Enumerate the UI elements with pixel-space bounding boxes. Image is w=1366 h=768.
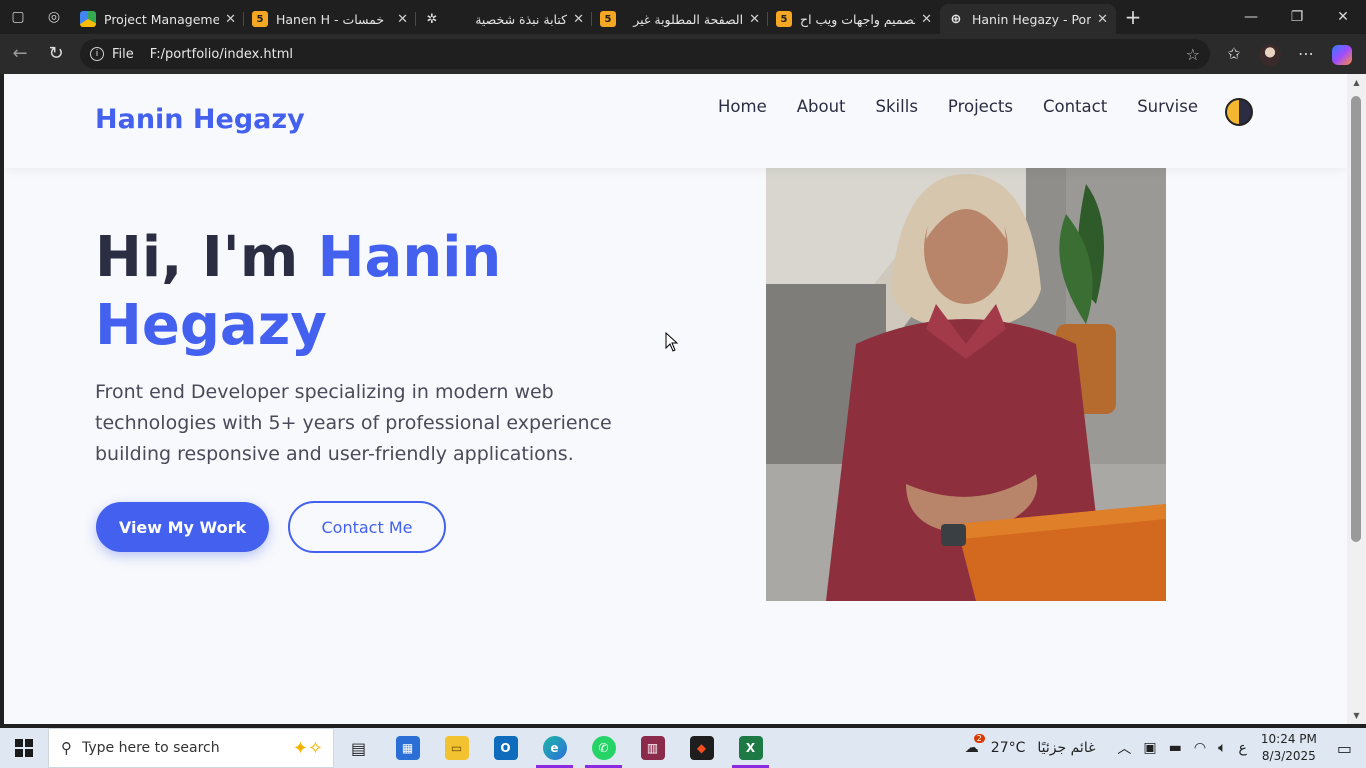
refresh-icon[interactable]: ↻ <box>44 42 68 66</box>
page-viewport: Hanin Hegazy Home About Skills Projects … <box>4 74 1347 724</box>
edge-browser-icon[interactable]: e <box>530 728 579 768</box>
search-placeholder: Type here to search <box>82 740 220 756</box>
browser-tab-bar: ▢ ◎ Project Management ✕ 5 Hanen H - خمس… <box>0 0 1366 34</box>
globe-icon: ⊕ <box>950 11 962 27</box>
back-arrow-icon[interactable]: ← <box>8 42 32 66</box>
window-controls: — ❐ ✕ <box>1228 0 1366 34</box>
browser-tab[interactable]: 5 Hanen H - خمسات ✕ <box>244 4 416 34</box>
weather-temp[interactable]: 27°C <box>991 740 1026 756</box>
more-menu-icon[interactable]: ⋯ <box>1294 42 1318 66</box>
clock-date: 8/3/2025 <box>1261 749 1316 763</box>
khamsat-icon: 5 <box>776 11 792 27</box>
workspaces-globe-icon[interactable]: ◎ <box>36 0 72 34</box>
minimize-icon[interactable]: — <box>1228 0 1274 34</box>
copilot-sparkle-icon[interactable]: ✦✧ <box>293 738 323 759</box>
contact-me-button[interactable]: Contact Me <box>288 501 446 553</box>
tab-title: Project Management <box>104 11 220 27</box>
google-drive-icon <box>80 11 96 27</box>
restore-icon[interactable]: ❐ <box>1274 0 1320 34</box>
figma-icon[interactable]: ◆ <box>677 728 726 768</box>
clock-time: 10:24 PM <box>1260 732 1317 746</box>
tab-title: كتابة نبذة شخصية <box>475 11 568 27</box>
tab-title: تصميم واجهات ويب اح <box>800 11 916 27</box>
browser-tab[interactable]: Project Management ✕ <box>72 4 244 34</box>
browser-tab[interactable]: 5 الصفحة المطلوبة غير ✕ <box>592 4 768 34</box>
view-my-work-button[interactable]: View My Work <box>96 502 269 552</box>
close-tab-icon[interactable]: ✕ <box>749 12 760 27</box>
hero-description: Front end Developer specializing in mode… <box>95 381 612 465</box>
hero-name-first: Hanin <box>317 225 502 290</box>
windows-taskbar: ⚲ Type here to search ✦✧ ▤ ▦ ▭ O e ✆ ▥ ◆… <box>0 728 1366 768</box>
nav-link-about[interactable]: About <box>797 97 846 116</box>
tab-title: الصفحة المطلوبة غير <box>633 11 744 27</box>
hero-name-last: Hegazy <box>95 293 327 358</box>
system-tray: ☁ 2 27°C غائم جزئيًا ︿ ▣ ▬ ◠ 🔈︎ ع 10:24 P… <box>959 728 1366 768</box>
notifications-icon[interactable]: ▭ <box>1337 739 1352 758</box>
close-tab-icon[interactable]: ✕ <box>573 12 584 27</box>
close-tab-icon[interactable]: ✕ <box>397 12 408 27</box>
khamsat-icon: 5 <box>252 11 268 27</box>
battery-icon[interactable]: ▬ <box>1169 740 1182 756</box>
volume-icon[interactable]: 🔈︎ <box>1218 740 1226 756</box>
scroll-down-icon[interactable]: ▼ <box>1347 711 1366 720</box>
chatgpt-icon: ✲ <box>426 11 438 27</box>
browser-tab[interactable]: ✲ كتابة نبذة شخصية ✕ <box>416 4 592 34</box>
tab-title: Hanen H - خمسات <box>276 11 385 27</box>
nav-link-contact[interactable]: Contact <box>1043 97 1107 116</box>
new-tab-plus-icon[interactable]: + <box>1116 5 1150 29</box>
site-header: Hanin Hegazy Home About Skills Projects … <box>4 74 1347 168</box>
site-nav: Home About Skills Projects Contact Survi… <box>718 97 1228 116</box>
close-window-icon[interactable]: ✕ <box>1320 0 1366 34</box>
windows-start-icon[interactable] <box>0 728 48 768</box>
weather-desc[interactable]: غائم جزئيًا <box>1037 740 1095 756</box>
whatsapp-icon[interactable]: ✆ <box>579 728 628 768</box>
favorite-star-icon[interactable]: ☆ <box>1186 45 1200 64</box>
close-tab-icon[interactable]: ✕ <box>921 12 932 27</box>
file-explorer-icon[interactable]: ▭ <box>432 728 481 768</box>
show-hidden-icons-chevron-icon[interactable]: ︿ <box>1117 738 1131 758</box>
theme-toggle-icon[interactable] <box>1225 98 1253 126</box>
nav-link-skills[interactable]: Skills <box>876 97 918 116</box>
url-text[interactable]: F:/portfolio/index.html <box>150 47 293 62</box>
excel-icon[interactable]: X <box>726 728 775 768</box>
nav-link-projects[interactable]: Projects <box>948 97 1013 116</box>
favorites-icon[interactable]: ✩ <box>1222 42 1246 66</box>
taskbar-search-input[interactable]: ⚲ Type here to search ✦✧ <box>48 728 334 768</box>
address-toolbar: ← ↻ i File F:/portfolio/index.html ☆ ✩ ⋯ <box>0 34 1366 74</box>
tab-title: Hanin Hegazy - Portfo <box>972 11 1092 27</box>
hero-title: Hi, I'm Hanin Hegazy <box>95 224 655 360</box>
info-icon[interactable]: i <box>90 47 104 61</box>
copilot-icon[interactable] <box>1330 42 1354 66</box>
close-tab-icon[interactable]: ✕ <box>225 12 236 27</box>
taskbar-clock[interactable]: 10:24 PM 8/3/2025 <box>1261 731 1317 765</box>
browser-tab-active[interactable]: ⊕ Hanin Hegazy - Portfo ✕ <box>940 4 1116 34</box>
microsoft-store-icon[interactable]: ▦ <box>383 728 432 768</box>
nav-link-home[interactable]: Home <box>718 97 767 116</box>
close-tab-icon[interactable]: ✕ <box>1097 12 1108 27</box>
scheme-label: File <box>112 46 134 62</box>
hero-greeting: Hi, I'm <box>95 225 318 290</box>
scrollbar-thumb[interactable] <box>1351 96 1361 542</box>
task-view-icon[interactable]: ▤ <box>334 728 383 768</box>
site-logo[interactable]: Hanin Hegazy <box>95 104 305 135</box>
meet-now-icon[interactable]: ▣ <box>1143 740 1156 756</box>
khamsat-icon: 5 <box>600 11 616 27</box>
profile-photo <box>766 144 1166 601</box>
input-language[interactable]: ع <box>1239 740 1247 756</box>
search-icon: ⚲ <box>61 739 72 757</box>
profile-avatar-icon[interactable] <box>1258 42 1282 66</box>
wifi-icon[interactable]: ◠ <box>1194 740 1206 756</box>
weather-cloud-icon[interactable]: ☁ 2 <box>965 734 985 756</box>
winrar-icon[interactable]: ▥ <box>628 728 677 768</box>
nav-link-survise[interactable]: Survise <box>1137 97 1198 116</box>
address-bar[interactable]: i File F:/portfolio/index.html ☆ <box>80 39 1210 69</box>
scroll-up-icon[interactable]: ▲ <box>1347 78 1366 87</box>
weather-badge: 2 <box>973 734 985 743</box>
browser-tab[interactable]: 5 تصميم واجهات ويب اح ✕ <box>768 4 940 34</box>
outlook-icon[interactable]: O <box>481 728 530 768</box>
page-scrollbar[interactable]: ▲ ▼ <box>1347 74 1366 724</box>
tab-actions-icon[interactable]: ▢ <box>0 0 36 34</box>
